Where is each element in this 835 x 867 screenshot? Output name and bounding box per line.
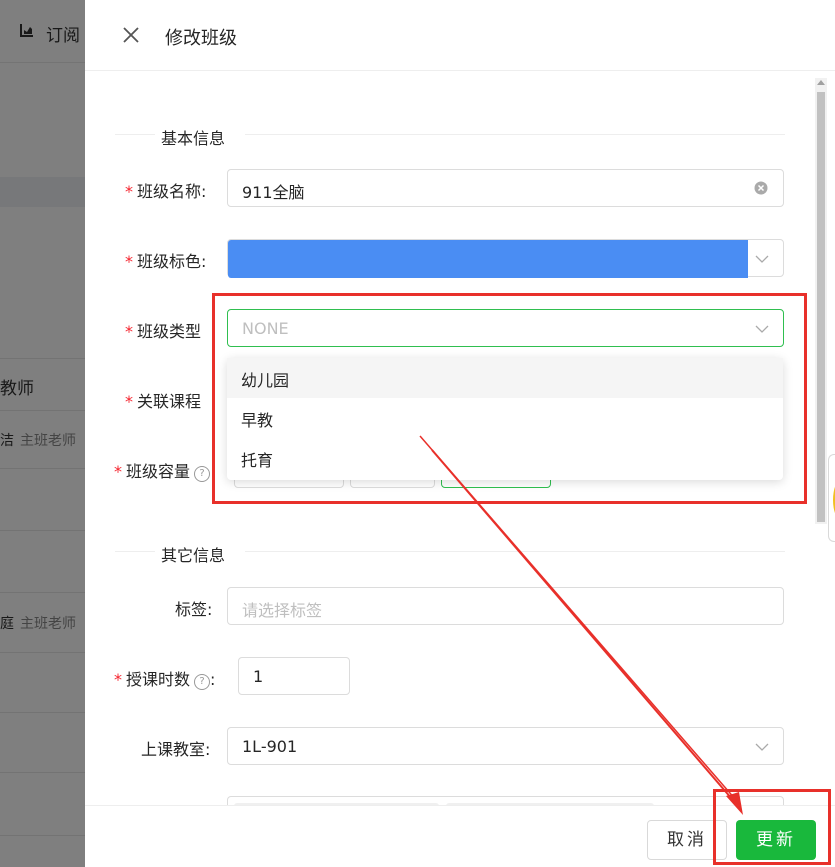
help-icon[interactable]: ? — [194, 466, 211, 482]
class-color-label: * 班级标色: — [125, 252, 207, 271]
annotation-box-dropdown — [212, 293, 807, 504]
divider — [115, 134, 155, 135]
drawer-header: 修改班级 — [85, 0, 835, 71]
lesson-hours-label: * 授课时数?: — [114, 670, 216, 690]
classroom-label: 上课教室: — [141, 740, 211, 759]
scroll-up-icon[interactable] — [817, 80, 825, 85]
color-swatch — [228, 240, 748, 278]
section-title-other: 其它信息 — [161, 546, 226, 565]
scrollbar-thumb[interactable] — [817, 92, 825, 522]
drawer-title: 修改班级 — [165, 28, 237, 49]
chevron-down-icon — [755, 255, 769, 263]
lesson-hours-input[interactable]: 1 — [238, 657, 350, 695]
annotation-box-update — [713, 789, 831, 865]
side-widget[interactable] — [828, 454, 835, 542]
close-icon[interactable] — [121, 25, 141, 45]
chevron-down-icon — [755, 743, 769, 751]
section-title-basic: 基本信息 — [161, 129, 226, 148]
divider — [245, 551, 785, 552]
tags-select[interactable]: 请选择标签 — [227, 587, 784, 625]
capacity-label: * 班级容量? — [114, 458, 211, 482]
class-name-input[interactable]: 911全脑 — [227, 169, 784, 207]
class-color-select[interactable] — [227, 239, 784, 278]
help-icon[interactable]: ? — [194, 674, 211, 690]
class-type-label: * 班级类型 — [125, 322, 202, 341]
linked-course-label: * 关联课程 — [125, 392, 202, 411]
divider — [115, 551, 155, 552]
scrollbar[interactable] — [815, 78, 827, 524]
clear-icon[interactable] — [754, 181, 768, 195]
classroom-select[interactable]: 1L-901 — [227, 727, 784, 765]
class-name-label: * 班级名称: — [125, 182, 207, 201]
divider — [245, 134, 785, 135]
tags-label: 标签: — [175, 600, 213, 619]
